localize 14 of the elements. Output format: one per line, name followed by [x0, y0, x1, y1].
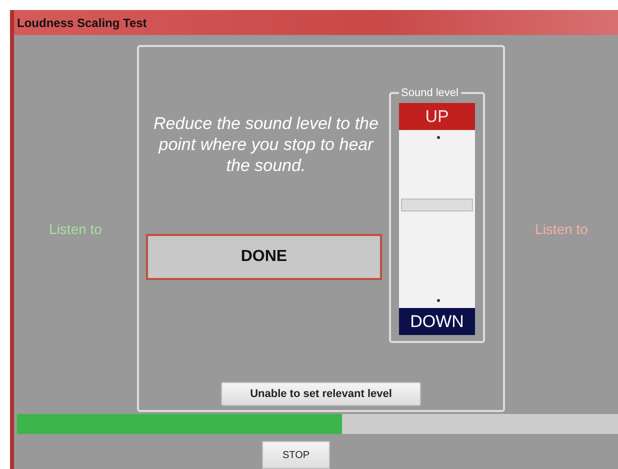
listen-label: Listen to	[535, 220, 588, 237]
level-slider[interactable]	[399, 130, 475, 308]
done-button[interactable]: DONE	[146, 234, 382, 280]
stop-button[interactable]: STOP	[262, 441, 330, 469]
unable-button[interactable]: Unable to set relevant level	[221, 382, 421, 406]
tick-icon	[437, 136, 440, 139]
window-title: Loudness Scaling Test	[17, 16, 147, 30]
tick-icon	[437, 299, 440, 302]
slider-thumb[interactable]	[401, 198, 473, 212]
listen-label: Listen to	[49, 220, 102, 237]
up-button[interactable]: UP	[399, 103, 475, 130]
instruction-text: Reduce the sound level to the point where you stop to hear the sound.	[152, 113, 380, 176]
group-legend: Sound level	[399, 87, 460, 99]
down-button[interactable]: DOWN	[399, 308, 475, 335]
